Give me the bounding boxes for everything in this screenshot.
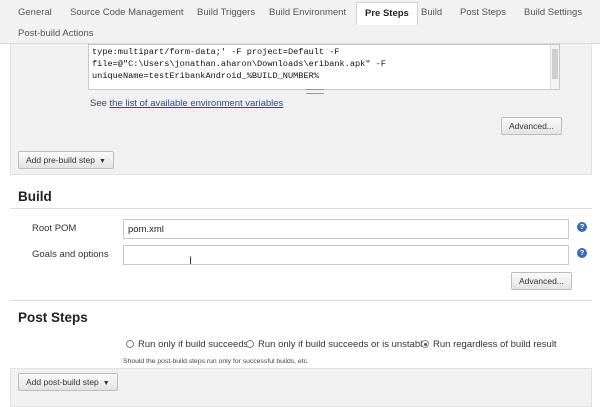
radio-run-regardless[interactable]: Run regardless of build result	[421, 339, 557, 350]
tab-build-environment[interactable]: Build Environment	[269, 2, 346, 24]
tab-post-steps[interactable]: Post Steps	[460, 2, 506, 24]
command-line-1: type:multipart/form-data;' -F project=De…	[92, 47, 340, 57]
radio-label: Run regardless of build result	[433, 339, 557, 350]
radio-run-if-succeeds-or-unstable[interactable]: Run only if build succeeds or is unstabl…	[246, 339, 428, 350]
add-pre-build-step-label: Add pre-build step	[26, 155, 95, 165]
add-post-build-step-label: Add post-build step	[26, 377, 99, 387]
caret-down-icon: ▼	[102, 380, 110, 387]
radio-button[interactable]	[126, 340, 134, 348]
text-cursor-icon: I	[189, 255, 193, 267]
goals-options-label: Goals and options	[32, 249, 109, 260]
textarea-resize-handle[interactable]	[306, 89, 324, 94]
post-steps-section-title: Post Steps	[18, 310, 88, 325]
post-steps-top-divider	[10, 300, 592, 301]
radio-button[interactable]	[246, 340, 254, 348]
command-line-2: file=@"C:\Users\jonathan.aharon\Download…	[92, 59, 386, 69]
root-pom-input[interactable]	[123, 219, 569, 239]
env-vars-hint: See the list of available environment va…	[90, 98, 283, 109]
pre-steps-advanced-button[interactable]: Advanced...	[501, 117, 562, 135]
radio-label: Run only if build succeeds	[138, 339, 249, 350]
help-icon[interactable]: ?	[577, 222, 587, 232]
config-tab-bar: General Source Code Management Build Tri…	[0, 0, 600, 44]
radio-run-if-succeeds[interactable]: Run only if build succeeds	[126, 339, 248, 350]
add-post-build-step-button[interactable]: Add post-build step ▼	[18, 373, 118, 391]
command-line-3: uniqueName=testEribankAndroid_%BUILD_NUM…	[92, 71, 319, 81]
add-pre-build-step-button[interactable]: Add pre-build step ▼	[18, 151, 114, 169]
radio-label: Run only if build succeeds or is unstabl…	[258, 339, 428, 350]
tab-source-code-management[interactable]: Source Code Management	[70, 2, 184, 24]
caret-down-icon: ▼	[99, 158, 106, 165]
tab-post-build-actions[interactable]: Post-build Actions	[18, 23, 94, 45]
post-steps-hint: Should the post-build steps run only for…	[123, 358, 309, 365]
tab-general[interactable]: General	[18, 2, 52, 24]
help-icon[interactable]: ?	[577, 248, 587, 258]
command-textarea[interactable]: type:multipart/form-data;' -F project=De…	[88, 44, 560, 90]
textarea-scrollbar[interactable]	[550, 45, 559, 89]
tab-build-triggers[interactable]: Build Triggers	[197, 2, 255, 24]
root-pom-label: Root POM	[32, 223, 77, 234]
build-advanced-button[interactable]: Advanced...	[511, 272, 572, 290]
build-section-title: Build	[18, 189, 52, 204]
radio-button-selected[interactable]	[421, 340, 429, 348]
tab-build-settings[interactable]: Build Settings	[524, 2, 582, 24]
env-vars-link[interactable]: the list of available environment variab…	[110, 98, 284, 109]
tab-build[interactable]: Build	[421, 2, 442, 24]
build-section-divider	[10, 208, 592, 209]
see-prefix: See	[90, 98, 107, 109]
tab-pre-steps[interactable]: Pre Steps	[356, 2, 418, 25]
